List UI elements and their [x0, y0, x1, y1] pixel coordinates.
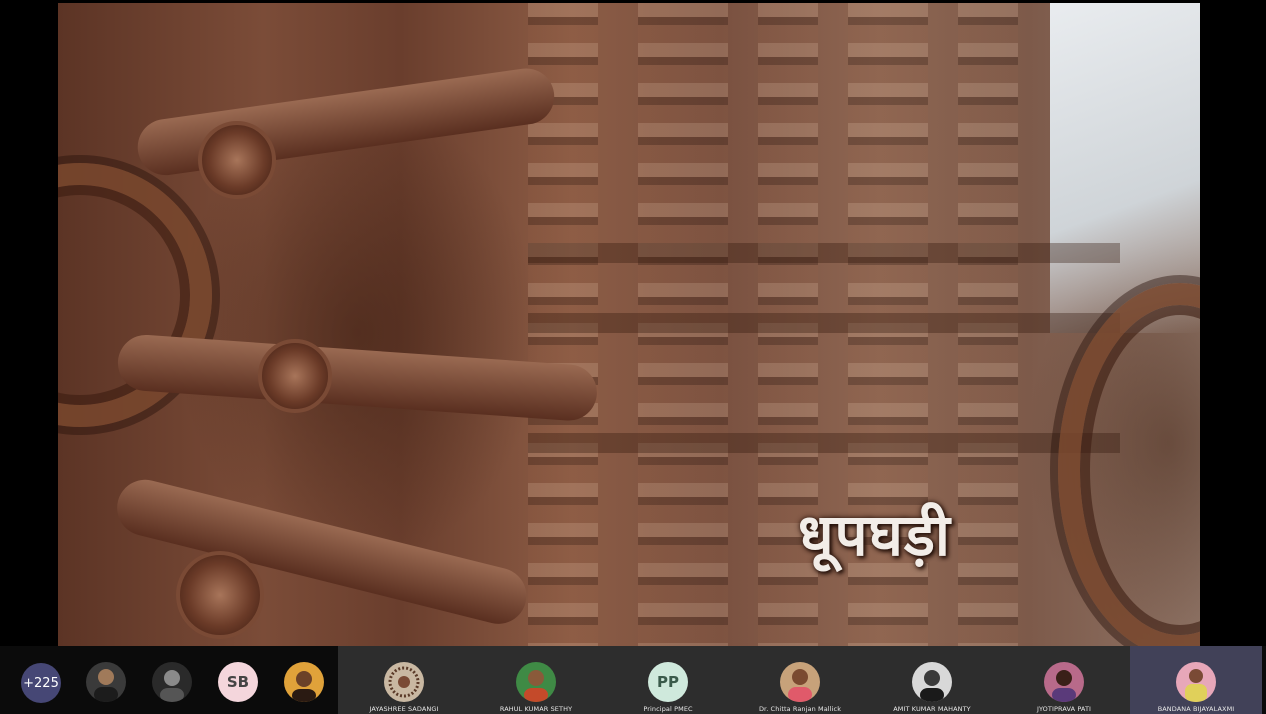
chariot-wheel-right: [1058, 283, 1200, 646]
participant-name: Principal PMEC: [643, 705, 693, 713]
participant-tile[interactable]: Dr. Chitta Ranjan Mallick: [734, 646, 866, 714]
participant-avatar: [780, 662, 820, 702]
person-photo-icon: [86, 662, 126, 702]
participant-tile[interactable]: PP Principal PMEC: [602, 646, 734, 714]
participant-avatar: [1044, 662, 1084, 702]
participant-name: Dr. Chitta Ranjan Mallick: [758, 705, 842, 713]
participant-tile-active[interactable]: BANDANA BIJAYALAXMI: [1130, 646, 1262, 714]
participant-avatar[interactable]: SB: [218, 662, 258, 702]
person-photo-icon: [780, 662, 820, 702]
mandala-photo-icon: [384, 662, 424, 702]
participant-name: JAYASHREE SADANGI: [369, 705, 439, 713]
video-caption: धूपघड़ी: [798, 501, 951, 569]
carved-frieze: [528, 243, 1120, 263]
avatar-initials: SB: [226, 673, 250, 691]
participant-name: RAHUL KUMAR SETHY: [499, 705, 573, 713]
participant-name: BANDANA BIJAYALAXMI: [1157, 705, 1235, 713]
participant-avatar: PP: [648, 662, 688, 702]
carved-medallion: [176, 551, 264, 639]
participant-avatar: [1176, 662, 1216, 702]
participant-tile[interactable]: AMIT KUMAR MAHANTY: [866, 646, 998, 714]
avatar-initials: PP: [657, 673, 679, 691]
participant-tile[interactable]: JYOTIPRAVA PATI: [998, 646, 1130, 714]
person-photo-icon: [1044, 662, 1084, 702]
person-photo-icon: [516, 662, 556, 702]
shared-video-stage[interactable]: धूपघड़ी: [58, 3, 1200, 646]
person-photo-icon: [912, 662, 952, 702]
participant-name: AMIT KUMAR MAHANTY: [893, 705, 971, 713]
participant-avatar[interactable]: [152, 662, 192, 702]
participant-name: JYOTIPRAVA PATI: [1036, 705, 1092, 713]
carved-frieze: [528, 313, 1120, 333]
participant-avatar: [912, 662, 952, 702]
carved-frieze: [528, 433, 1120, 453]
person-photo-icon: [1176, 662, 1216, 702]
carved-medallion: [198, 121, 276, 199]
carved-medallion: [258, 339, 332, 413]
participant-avatar: [384, 662, 424, 702]
wheel-spoke: [116, 333, 599, 423]
person-photo-icon: [284, 662, 324, 702]
person-photo-icon: [152, 662, 192, 702]
participant-avatar[interactable]: [284, 662, 324, 702]
participant-avatar[interactable]: [86, 662, 126, 702]
participant-avatar: [516, 662, 556, 702]
more-participants-button[interactable]: +225: [21, 663, 61, 703]
wheel-spoke: [111, 473, 533, 630]
participant-tile[interactable]: RAHUL KUMAR SETHY: [470, 646, 602, 714]
participant-tile[interactable]: JAYASHREE SADANGI: [338, 646, 470, 714]
